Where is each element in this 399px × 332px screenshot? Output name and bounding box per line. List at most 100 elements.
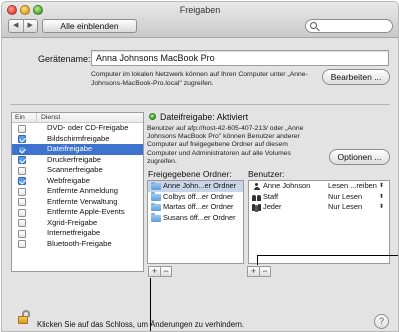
user-icon [253, 183, 260, 190]
callout-line [150, 278, 151, 331]
service-label: Scannerfreigabe [47, 165, 103, 174]
services-list-header: Ein Dienst [12, 113, 143, 123]
shared-folder-row[interactable]: Colbys öff...er Ordner [148, 192, 243, 203]
shared-folder-name: Colbys öff...er Ordner [163, 191, 234, 201]
computer-name-field[interactable]: Anna Johnsons MacBook Pro [91, 50, 389, 66]
folder-icon [151, 181, 161, 190]
users-list[interactable]: Anne Johnson Lesen ...reiben ⬍ Staff Nur Les… [248, 180, 390, 264]
service-row[interactable]: Entfernte Verwaltung [12, 197, 143, 208]
title-bar: Freigaben ◀ ▶ Alle einblenden [2, 2, 398, 38]
service-row[interactable]: Scannerfreigabe [12, 165, 143, 176]
service-checkbox[interactable] [18, 124, 26, 133]
callout-line [257, 255, 258, 265]
status-indicator-icon [149, 113, 156, 120]
remove-service-button[interactable]: − [160, 267, 171, 276]
shared-folders-label: Freigegebene Ordner: [148, 169, 232, 179]
sharing-preferences-window: Freigaben ◀ ▶ Alle einblenden Gerätename… [1, 1, 399, 332]
computer-name-label: Gerätename: [38, 54, 91, 64]
permission-popup[interactable]: Lesen ...reiben [328, 181, 377, 192]
service-checkbox[interactable] [18, 229, 26, 238]
users-label: Benutzer: [248, 169, 285, 179]
service-row[interactable]: Bildschirmfreigabe [12, 134, 143, 145]
service-checkbox[interactable] [18, 135, 26, 143]
user-name: Staff [263, 191, 279, 201]
search-input[interactable] [305, 19, 393, 33]
user-row[interactable]: Jeder Nur Lesen ⬍ [249, 202, 389, 213]
shared-folder-name: Martas öff...er Ordner [163, 202, 234, 211]
service-row[interactable]: Entfernte Anmeldung [12, 186, 143, 197]
service-label: Entfernte Apple-Events [47, 207, 125, 216]
service-add-remove: + − [148, 266, 172, 277]
service-checkbox[interactable] [18, 145, 26, 154]
service-label: Internetfreigabe [47, 228, 101, 237]
everyone-icon [252, 204, 261, 211]
service-row[interactable]: Druckerfreigabe [12, 155, 143, 166]
service-checkbox[interactable] [18, 187, 26, 196]
options-button[interactable]: Optionen ... [329, 149, 390, 165]
window-title: Freigaben [179, 5, 221, 15]
service-label: Webfreigabe [47, 175, 90, 185]
group-icon [252, 194, 261, 201]
nav-buttons: ◀ ▶ [8, 19, 38, 33]
popup-arrows-icon: ⬍ [378, 193, 384, 200]
service-row[interactable]: Xgrid-Freigabe [12, 218, 143, 229]
folder-icon [151, 202, 161, 211]
forward-arrow-icon[interactable]: ▶ [22, 20, 38, 32]
service-row[interactable]: Internetfreigabe [12, 228, 143, 239]
service-checkbox[interactable] [18, 177, 26, 185]
add-user-button[interactable]: + [248, 267, 259, 276]
user-add-remove: + − [247, 266, 271, 277]
popup-arrows-icon: ⬍ [378, 183, 384, 189]
folder-icon [151, 213, 161, 222]
shared-folder-name: Susans öff...er Ordner [163, 212, 236, 222]
service-label: Entfernte Verwaltung [47, 196, 118, 206]
popup-arrows-icon: ⬍ [378, 204, 384, 210]
service-row[interactable]: DVD- oder CD-Freigabe [12, 123, 143, 134]
service-row[interactable]: Entfernte Apple-Events [12, 207, 143, 218]
divider [10, 104, 390, 105]
service-label: Druckerfreigabe [47, 154, 102, 164]
service-checkbox[interactable] [18, 219, 26, 227]
shared-folder-name: Anne John...er Ordner [163, 181, 237, 190]
remove-user-button[interactable]: − [259, 267, 270, 276]
service-label: Entfernte Anmeldung [47, 186, 118, 195]
shared-folder-row[interactable]: Anne John...er Ordner [148, 181, 243, 192]
service-checkbox[interactable] [18, 198, 26, 206]
search-icon [310, 22, 317, 29]
folder-icon [151, 192, 161, 201]
user-name: Anne Johnson [263, 181, 311, 190]
shared-folder-row[interactable]: Martas öff...er Ordner [148, 202, 243, 213]
add-service-button[interactable]: + [149, 267, 160, 276]
shared-folders-list[interactable]: Anne John...er Ordner Colbys öff...er Ord… [147, 180, 244, 264]
service-label: Xgrid-Freigabe [47, 217, 98, 227]
service-checkbox[interactable] [18, 208, 26, 217]
callout-line [257, 255, 398, 256]
back-arrow-icon[interactable]: ◀ [9, 20, 23, 32]
service-checkbox[interactable] [18, 166, 26, 175]
header-service: Dienst [36, 113, 60, 122]
user-row[interactable]: Anne Johnson Lesen ...reiben ⬍ [249, 181, 389, 192]
edit-button[interactable]: Bearbeiten ... [322, 69, 390, 85]
service-label: Bildschirmfreigabe [47, 133, 110, 143]
service-checkbox[interactable] [18, 156, 26, 164]
service-row[interactable]: Bluetooth-Freigabe [12, 239, 143, 250]
permission-popup[interactable]: Nur Lesen [328, 202, 362, 213]
service-checkbox[interactable] [18, 240, 26, 248]
lock-icon[interactable] [18, 310, 30, 324]
status-text: Dateifreigabe: Aktiviert [160, 112, 249, 122]
user-name: Jeder [263, 202, 282, 211]
service-row[interactable]: Webfreigabe [12, 176, 143, 187]
help-button[interactable]: ? [374, 314, 389, 329]
service-row[interactable]: Dateifreigabe [12, 144, 143, 155]
show-all-button[interactable]: Alle einblenden [42, 19, 137, 33]
services-list[interactable]: Ein Dienst DVD- oder CD-Freigabe Bildschi… [11, 112, 144, 272]
permission-popup[interactable]: Nur Lesen [328, 192, 362, 203]
service-label: Dateifreigabe [47, 144, 93, 153]
user-row[interactable]: Staff Nur Lesen ⬍ [249, 192, 389, 203]
service-label: Bluetooth-Freigabe [47, 238, 112, 248]
service-label: DVD- oder CD-Freigabe [47, 123, 129, 132]
computer-name-note: Computer im lokalen Netzwerk können auf … [91, 71, 308, 87]
shared-folder-row[interactable]: Susans öff...er Ordner [148, 213, 243, 224]
header-on: Ein [15, 114, 25, 121]
status-description: Benutzer auf afp://host-42-605-407-213/ … [147, 125, 304, 165]
